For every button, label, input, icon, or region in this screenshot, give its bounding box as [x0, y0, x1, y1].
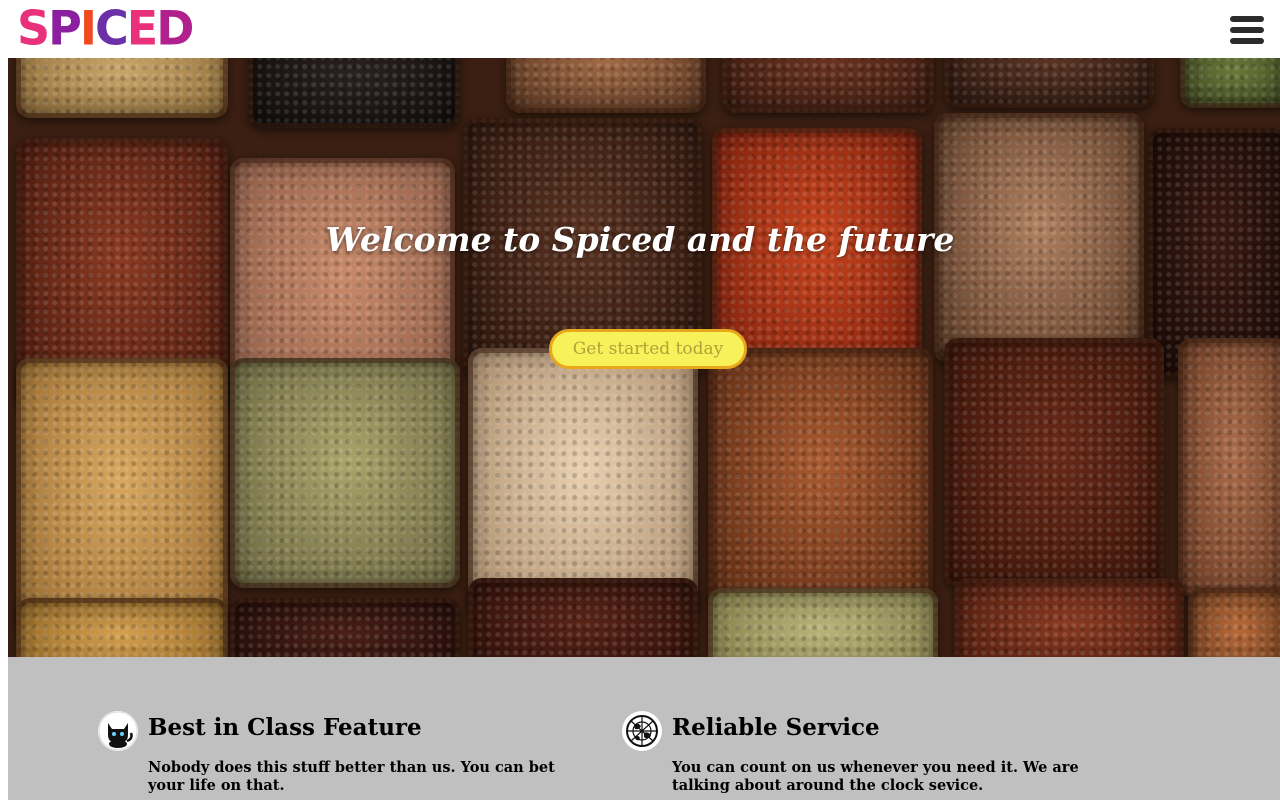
spice-sack: [708, 348, 933, 608]
logo-letter: S: [17, 0, 50, 56]
spiced-logo[interactable]: SPICED: [17, 0, 194, 56]
hamburger-menu-icon[interactable]: [1230, 16, 1266, 46]
spice-sack: [944, 338, 1164, 588]
spice-sack: [16, 598, 228, 657]
spice-sack: [1188, 588, 1280, 657]
logo-letter: E: [126, 0, 158, 56]
feature-title: Best in Class Feature: [148, 714, 422, 741]
black-cat-icon: [98, 711, 138, 751]
feature-text: You can count on us whenever you need it…: [672, 759, 1079, 794]
spice-sack: [944, 58, 1154, 108]
spice-sack: [230, 358, 460, 588]
spice-sack: [1178, 338, 1280, 598]
logo-letter: I: [79, 0, 97, 56]
site-header: SPICED: [0, 0, 1280, 58]
logo-letter: D: [156, 0, 194, 56]
get-started-button[interactable]: Get started today: [549, 329, 747, 369]
spice-sack: [954, 578, 1184, 657]
spice-sack: [230, 598, 460, 657]
spice-sack: [506, 58, 706, 113]
spice-sack: [16, 358, 228, 628]
feature-title: Reliable Service: [672, 714, 880, 741]
spice-sack: [16, 58, 228, 118]
spice-sack: [248, 58, 460, 128]
hero-title: Welcome to Spiced and the future: [325, 220, 955, 259]
feature-text: Nobody does this stuff better than us. Y…: [148, 759, 555, 794]
spice-sack: [708, 588, 938, 657]
features-section: Best in Class Feature Nobody does this s…: [8, 657, 1280, 800]
spice-sack: [722, 58, 934, 113]
spice-sack: [1180, 58, 1280, 108]
globe-icon: [622, 711, 662, 751]
logo-letter: C: [94, 0, 129, 56]
logo-letter: P: [48, 0, 82, 56]
spice-sack: [468, 578, 698, 657]
